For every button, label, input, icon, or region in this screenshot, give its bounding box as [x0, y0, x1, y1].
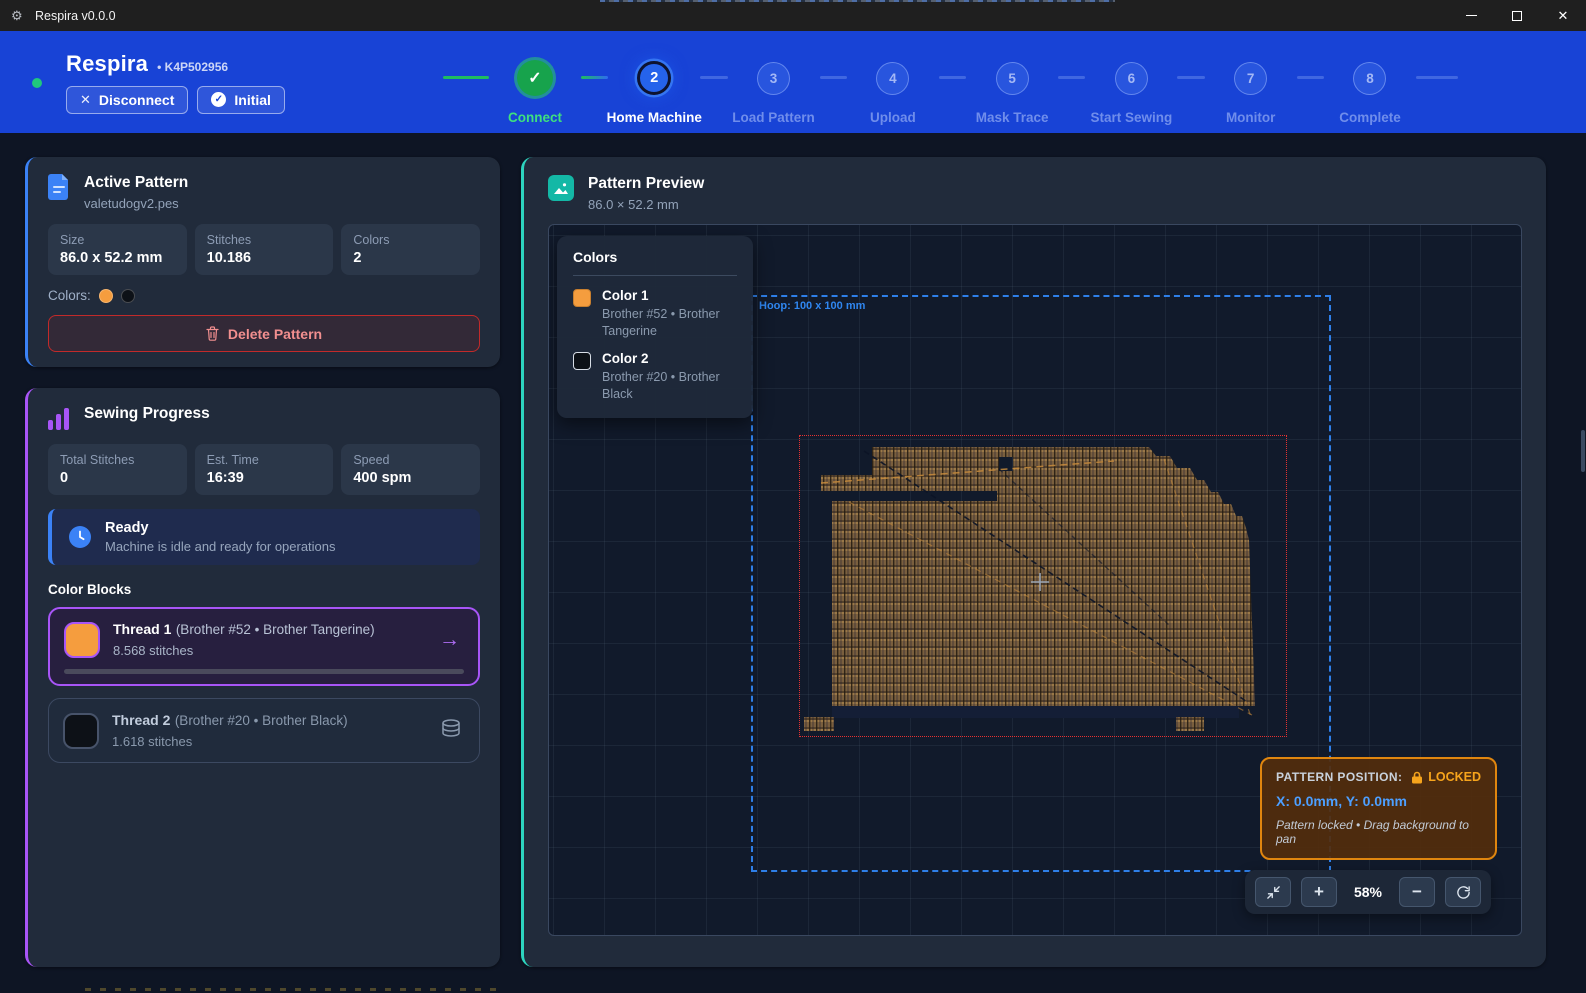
zoom-out-button[interactable]: −	[1399, 877, 1435, 907]
thread-1-row[interactable]: Thread 1 (Brother #52 • Brother Tangerin…	[48, 607, 480, 686]
stat-speed: Speed 400 spm	[341, 444, 480, 495]
lock-icon	[1411, 771, 1423, 784]
stat-size: Size 86.0 x 52.2 mm	[48, 224, 187, 275]
stepper-connector	[443, 76, 489, 79]
maximize-button[interactable]	[1494, 0, 1540, 31]
disconnect-button[interactable]: ✕ Disconnect	[66, 86, 188, 114]
layers-stack-icon	[441, 719, 465, 742]
connection-status-dot	[32, 78, 42, 88]
sewing-progress-card: Sewing Progress Total Stitches 0 Est. Ti…	[25, 388, 500, 967]
workflow-stepper: ✓ Connect 2 Home Machine 3 Load Pattern …	[443, 58, 1458, 125]
clock-icon	[68, 525, 92, 549]
zoom-controls: + 58% −	[1245, 870, 1491, 914]
color-dot-black	[121, 289, 135, 303]
legend-title: Colors	[573, 249, 737, 265]
sewing-progress-title: Sewing Progress	[84, 405, 210, 423]
fit-to-view-button[interactable]	[1255, 877, 1291, 907]
pattern-coordinates: X: 0.0mm, Y: 0.0mm	[1276, 793, 1481, 809]
window-scrollbar-thumb[interactable]	[1581, 430, 1585, 472]
color-blocks-label: Color Blocks	[48, 582, 480, 597]
stat-stitches: Stitches 10.186	[195, 224, 334, 275]
legend-divider	[573, 275, 737, 276]
colors-label: Colors:	[48, 288, 91, 303]
close-icon: ✕	[1558, 9, 1569, 22]
zoom-level: 58%	[1347, 884, 1389, 900]
brand-title: Respira	[66, 51, 148, 77]
stat-total-stitches: Total Stitches 0	[48, 444, 187, 495]
maximize-icon	[1512, 11, 1522, 21]
stepper-connector	[939, 76, 966, 79]
step-load-pattern[interactable]: 3 Load Pattern	[728, 58, 820, 125]
stepper-connector	[581, 76, 608, 79]
title-bar: ⚙ Respira v0.0.0 ✕	[0, 0, 1586, 31]
pattern-canvas[interactable]: Hoop: 100 x 100 mm	[548, 224, 1522, 936]
step-home-machine[interactable]: 2 Home Machine	[608, 58, 700, 125]
stepper-connector	[1058, 76, 1085, 79]
background-window-sliver	[600, 0, 1115, 2]
active-pattern-title: Active Pattern	[84, 174, 188, 192]
status-description: Machine is idle and ready for operations	[105, 539, 336, 554]
machine-status-banner: Ready Machine is idle and ready for oper…	[48, 509, 480, 565]
app-header: Respira • K4P502956 ✕ Disconnect ✓ Initi…	[0, 31, 1586, 133]
machine-serial: • K4P502956	[157, 60, 228, 74]
active-pattern-card: Active Pattern valetudogv2.pes Size 86.0…	[25, 157, 500, 367]
locked-badge: LOCKED	[1428, 770, 1481, 784]
thread-2-row[interactable]: Thread 2 (Brother #20 • Brother Black) 1…	[48, 698, 480, 763]
step-upload[interactable]: 4 Upload	[847, 58, 939, 125]
legend-item-color-2: Color 2 Brother #20 • Brother Black	[573, 351, 737, 403]
stepper-connector	[1297, 76, 1324, 79]
trash-icon	[206, 326, 219, 341]
stat-est-time: Est. Time 16:39	[195, 444, 334, 495]
step-done-check-icon: ✓	[517, 60, 553, 96]
pan-hint: Pattern locked • Drag background to pan	[1276, 818, 1481, 846]
document-icon	[48, 174, 70, 200]
minimize-icon	[1466, 15, 1477, 16]
stepper-connector	[700, 76, 727, 79]
close-button[interactable]: ✕	[1540, 0, 1586, 31]
minimize-button[interactable]	[1448, 0, 1494, 31]
check-circle-icon: ✓	[211, 92, 226, 107]
thread-2-swatch	[63, 713, 99, 749]
legend-swatch-black	[573, 352, 591, 370]
pattern-filename: valetudogv2.pes	[84, 196, 188, 211]
step-start-sewing[interactable]: 6 Start Sewing	[1085, 58, 1177, 125]
stepper-connector	[820, 76, 847, 79]
minimize-2-icon	[1266, 885, 1281, 900]
pattern-position-overlay: PATTERN POSITION: LOCKED X: 0.0mm, Y: 0.…	[1260, 757, 1497, 860]
step-connect[interactable]: ✓ Connect	[489, 58, 581, 125]
step-monitor[interactable]: 7 Monitor	[1205, 58, 1297, 125]
thread-1-progress-bar	[64, 669, 464, 674]
color-dot-orange	[99, 289, 113, 303]
stepper-connector	[1416, 76, 1458, 79]
legend-swatch-orange	[573, 289, 591, 307]
plus-icon: +	[1314, 882, 1324, 902]
step-complete[interactable]: 8 Complete	[1324, 58, 1416, 125]
delete-pattern-button[interactable]: Delete Pattern	[48, 315, 480, 352]
pattern-dimensions: 86.0 × 52.2 mm	[588, 197, 704, 212]
background-window-strip	[85, 988, 505, 991]
image-icon	[548, 175, 574, 201]
app-icon: ⚙	[11, 8, 26, 23]
stat-colors: Colors 2	[341, 224, 480, 275]
status-title: Ready	[105, 520, 336, 536]
legend-item-color-1: Color 1 Brother #52 • Brother Tangerine	[573, 288, 737, 340]
refresh-icon	[1456, 885, 1471, 900]
disconnect-x-icon: ✕	[80, 92, 91, 108]
window-title: Respira v0.0.0	[35, 9, 116, 23]
active-thread-arrow-icon: →	[439, 628, 464, 652]
pattern-preview-title: Pattern Preview	[588, 175, 704, 193]
minus-icon: −	[1412, 882, 1422, 902]
initial-button[interactable]: ✓ Initial	[197, 86, 285, 114]
colors-legend-panel: Colors Color 1 Brother #52 • Brother Tan…	[557, 236, 753, 418]
position-label: PATTERN POSITION:	[1276, 770, 1402, 784]
reset-view-button[interactable]	[1445, 877, 1481, 907]
step-mask-trace[interactable]: 5 Mask Trace	[966, 58, 1058, 125]
stepper-connector	[1177, 76, 1204, 79]
pattern-preview-card: Pattern Preview 86.0 × 52.2 mm Hoop: 100…	[521, 157, 1546, 967]
bar-chart-icon	[48, 405, 70, 431]
thread-1-swatch	[64, 622, 100, 658]
zoom-in-button[interactable]: +	[1301, 877, 1337, 907]
